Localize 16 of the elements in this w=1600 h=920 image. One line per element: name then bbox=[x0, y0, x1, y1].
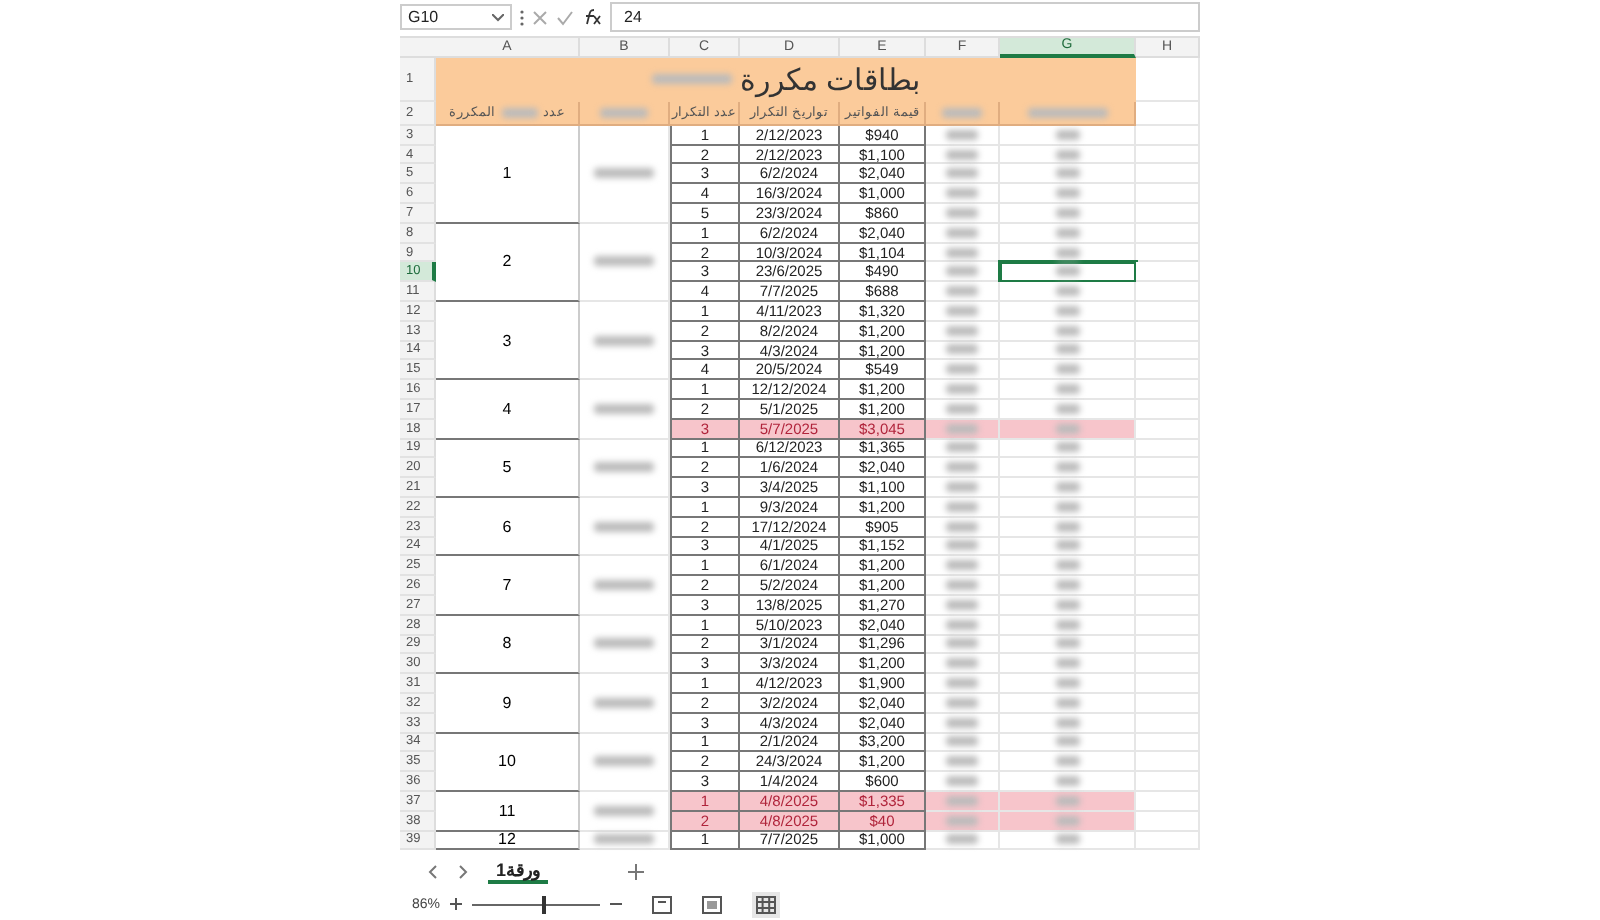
group-cell: 11 bbox=[436, 791, 580, 832]
group-cell: 5 bbox=[436, 439, 580, 498]
group-cell: 3 bbox=[436, 302, 580, 381]
title-text: بطاقات مكررة bbox=[739, 61, 921, 98]
sheet-tab[interactable]: ورقة1 bbox=[488, 860, 549, 885]
group-cell: 12 bbox=[436, 831, 580, 851]
group-cell: 9 bbox=[436, 674, 580, 734]
group-cell: 2 bbox=[436, 223, 580, 302]
group-cell: 6 bbox=[436, 497, 580, 557]
group-cell: 1 bbox=[436, 125, 580, 224]
group-cell: 10 bbox=[436, 733, 580, 792]
group-cell: 8 bbox=[436, 615, 580, 675]
name-box[interactable]: G10 bbox=[400, 4, 512, 31]
group-cell: 7 bbox=[436, 556, 580, 616]
group-cell: 4 bbox=[436, 380, 580, 440]
formula-field[interactable]: 24 bbox=[610, 2, 1200, 33]
